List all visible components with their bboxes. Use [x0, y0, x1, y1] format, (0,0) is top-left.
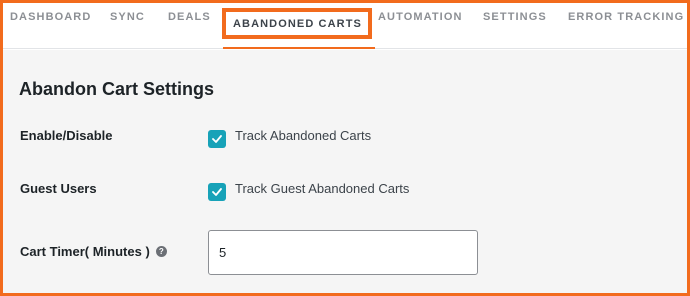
- tab-automation[interactable]: AUTOMATION: [378, 3, 463, 48]
- question-icon[interactable]: ?: [155, 246, 167, 258]
- track-guest-abandoned-carts-checkbox[interactable]: [208, 183, 226, 201]
- panel-title: Abandon Cart Settings: [19, 79, 215, 99]
- enable-disable-label: Enable/Disable: [20, 128, 113, 143]
- cart-timer-label: Cart Timer( Minutes )?: [20, 244, 167, 259]
- tab-settings[interactable]: SETTINGS: [483, 3, 547, 48]
- tab-label: ABANDONED CARTS: [222, 8, 372, 39]
- cart-timer-input[interactable]: [208, 230, 478, 275]
- tab-dashboard[interactable]: DASHBOARD: [10, 3, 91, 48]
- tab-abandoned-carts[interactable]: ABANDONED CARTS: [222, 3, 375, 49]
- tab-deals[interactable]: DEALS: [168, 3, 211, 48]
- tab-label: AUTOMATION: [378, 11, 463, 23]
- cart-timer-label-text: Cart Timer( Minutes ): [20, 244, 150, 259]
- tab-error-tracking[interactable]: ERROR TRACKING: [568, 3, 684, 48]
- track-abandoned-carts-checkbox[interactable]: [208, 130, 226, 148]
- settings-window: DASHBOARD SYNC DEALS ABANDONED CARTS AUT…: [0, 0, 690, 296]
- track-guest-abandoned-carts-label[interactable]: Track Guest Abandoned Carts: [235, 181, 409, 196]
- track-abandoned-carts-label[interactable]: Track Abandoned Carts: [235, 128, 371, 143]
- checkmark-icon: [212, 188, 222, 196]
- tab-label: ERROR TRACKING: [568, 11, 685, 23]
- tab-label: DASHBOARD: [10, 11, 92, 23]
- tab-label: SETTINGS: [483, 11, 547, 23]
- active-tab-underline: [223, 47, 375, 49]
- abandon-cart-settings-panel: Abandon Cart Settings Enable/Disable Tra…: [3, 50, 687, 293]
- guest-users-label: Guest Users: [20, 181, 97, 196]
- checkmark-icon: [212, 135, 222, 143]
- tab-sync[interactable]: SYNC: [110, 3, 145, 48]
- tab-bar: DASHBOARD SYNC DEALS ABANDONED CARTS AUT…: [3, 3, 687, 49]
- tab-label: SYNC: [110, 11, 145, 23]
- tab-label: DEALS: [168, 11, 211, 23]
